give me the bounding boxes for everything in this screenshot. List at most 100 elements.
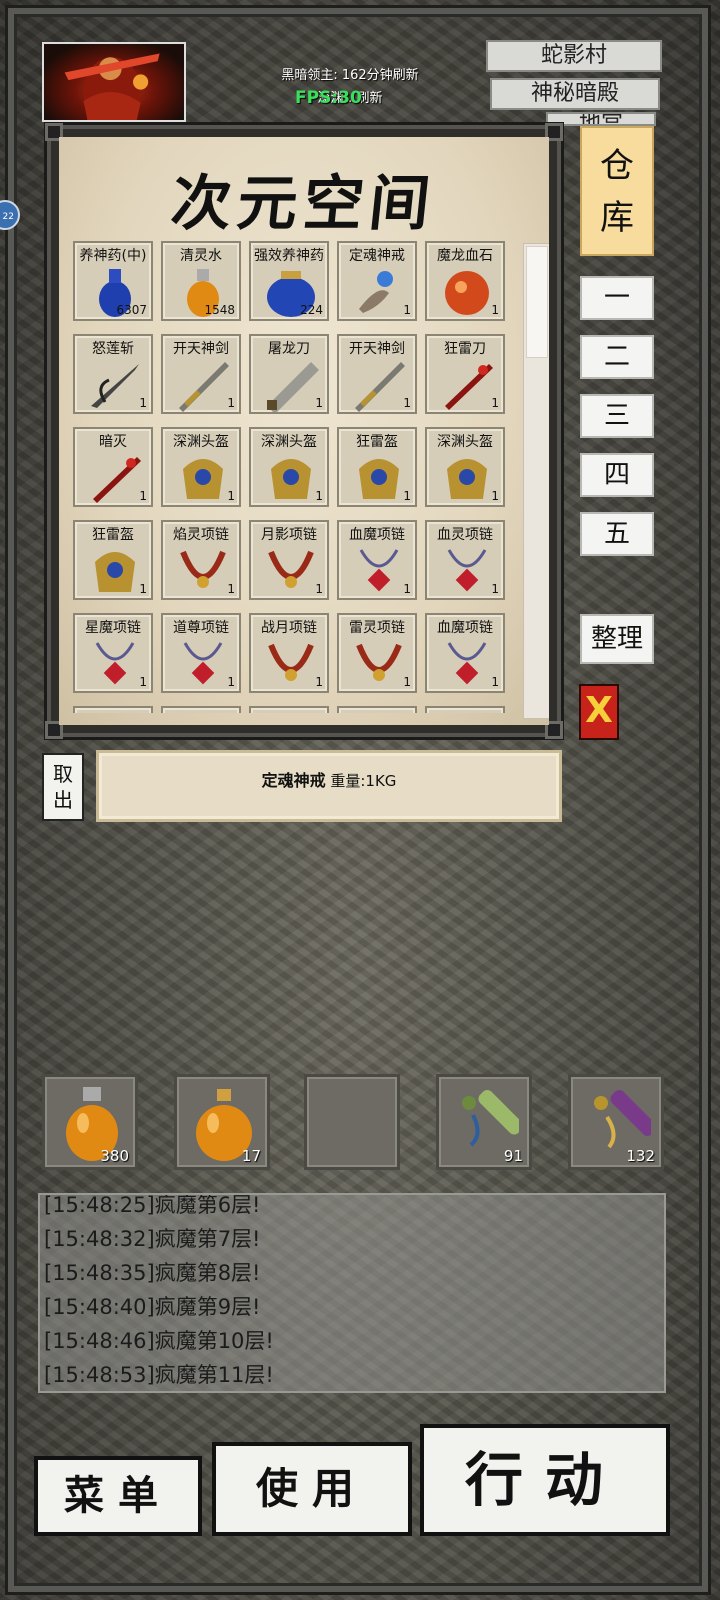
item-quantity: 1 — [315, 675, 323, 689]
helmet-icon — [359, 459, 399, 499]
item-name: 怒莲斩 — [92, 341, 134, 357]
storage-slot[interactable]: 定魂神戒 1 — [337, 241, 417, 321]
storage-slot[interactable]: 魔龙血石 1 — [425, 241, 505, 321]
necklace-icon — [268, 550, 314, 588]
item-quantity: 1 — [315, 396, 323, 410]
item-name: 深渊头盔 — [261, 434, 317, 450]
storage-slot[interactable]: 星魔项链 1 — [73, 613, 153, 693]
sword-icon — [355, 362, 405, 412]
log-line: [15:48:32]疯魔第7层! — [44, 1227, 261, 1251]
zone-button-mystic-hall[interactable]: 神秘暗殿 — [490, 78, 660, 110]
quick-slot-2[interactable]: 17 — [174, 1074, 270, 1170]
necklace-icon — [180, 550, 226, 588]
action-button[interactable]: 行动 — [420, 1424, 670, 1536]
item-quantity: 1 — [491, 582, 499, 596]
storage-slot[interactable]: 焰灵项链 1 — [161, 520, 241, 600]
item-quantity: 1 — [139, 396, 147, 410]
amulet-icon — [447, 642, 487, 685]
storage-slot[interactable]: 开天神剑 1 — [161, 334, 241, 414]
storage-slot[interactable]: 风灵手镯 — [73, 706, 153, 713]
storage-slot[interactable]: 血魔手镯 — [337, 706, 417, 713]
storage-slot[interactable]: 血魔手镯 — [425, 706, 505, 713]
item-name: 血灵手镯 — [251, 710, 327, 713]
storage-slot[interactable]: 强效养神药 224 — [249, 241, 329, 321]
storage-slot[interactable]: 清灵水 1548 — [161, 241, 241, 321]
ring-icon — [359, 271, 393, 313]
storage-slot[interactable]: 狂雷盔 1 — [337, 427, 417, 507]
storage-slot[interactable]: 屠龙刀 1 — [249, 334, 329, 414]
storage-slot[interactable]: 月影项链 1 — [249, 520, 329, 600]
storage-slot[interactable]: 怒莲斩 1 — [73, 334, 153, 414]
tab-page-2[interactable]: 二 — [580, 335, 654, 379]
quick-slot-1[interactable]: 380 — [42, 1074, 138, 1170]
scrollbar-thumb[interactable] — [526, 246, 548, 358]
amulet-icon — [359, 549, 399, 592]
log-line: [15:48:46]疯魔第10层! — [44, 1329, 274, 1353]
quick-slot-5[interactable]: 132 — [568, 1074, 664, 1170]
storage-slot[interactable]: 雷灵项链 1 — [337, 613, 417, 693]
storage-slot[interactable]: 灵魔手镯 — [161, 706, 241, 713]
amulet-icon — [447, 549, 487, 592]
storage-scrollbar[interactable] — [523, 243, 549, 719]
tab-page-4[interactable]: 四 — [580, 453, 654, 497]
log-line: [15:48:40]疯魔第9层! — [44, 1295, 261, 1319]
item-name: 暗灭 — [99, 434, 127, 450]
item-name: 狂雷刀 — [444, 341, 486, 357]
item-quantity: 1 — [227, 489, 235, 503]
item-name: 焰灵项链 — [173, 527, 229, 543]
storage-grid[interactable]: 养神药(中) 6307 清灵水 1548 强效养神药 224 定魂神戒 1 魔龙血石 1 怒莲斩 1 开… — [69, 233, 509, 713]
player-avatar[interactable] — [42, 42, 186, 122]
tab-page-5[interactable]: 五 — [580, 512, 654, 556]
storage-slot[interactable]: 狂雷刀 1 — [425, 334, 505, 414]
storage-slot[interactable]: 深渊头盔 1 — [425, 427, 505, 507]
item-detail-box: 定魂神戒 重量:1KG — [96, 750, 562, 822]
storage-slot[interactable]: 血魔项链 1 — [337, 520, 417, 600]
item-name: 清灵水 — [180, 248, 222, 264]
item-quantity: 1 — [491, 303, 499, 317]
quick-slot-4[interactable]: 91 — [436, 1074, 532, 1170]
sort-button[interactable]: 整理 — [580, 614, 654, 664]
close-button[interactable]: X — [579, 684, 619, 740]
item-name: 血魔项链 — [349, 527, 405, 543]
storage-slot[interactable]: 战月项链 1 — [249, 613, 329, 693]
quick-slot-3-empty[interactable] — [304, 1074, 400, 1170]
storage-slot[interactable]: 养神药(中) 6307 — [73, 241, 153, 321]
use-button[interactable]: 使用 — [212, 1442, 412, 1536]
storage-slot[interactable]: 深渊头盔 1 — [161, 427, 241, 507]
item-name: 狂雷盔 — [356, 434, 398, 450]
take-out-label: 取出 — [53, 762, 73, 812]
storage-slot[interactable]: 暗灭 1 — [73, 427, 153, 507]
item-quantity: 1 — [491, 489, 499, 503]
quick-slot-qty: 132 — [626, 1147, 655, 1165]
selected-item-name: 定魂神戒 — [261, 771, 326, 790]
tab-page-1[interactable]: 一 — [580, 276, 654, 320]
storage-slot[interactable]: 开天神剑 1 — [337, 334, 417, 414]
storage-slot[interactable]: 血灵手镯 — [249, 706, 329, 713]
necklace-icon — [268, 643, 314, 681]
tab-warehouse[interactable]: 仓库 — [580, 126, 654, 256]
storage-slot[interactable]: 血灵项链 1 — [425, 520, 505, 600]
storage-slot[interactable]: 道尊项链 1 — [161, 613, 241, 693]
amulet-icon — [95, 642, 135, 685]
take-out-button[interactable]: 取出 — [42, 753, 84, 821]
item-detail-text: 定魂神戒 重量:1KG — [99, 767, 559, 791]
storage-slot[interactable]: 深渊头盔 1 — [249, 427, 329, 507]
item-name: 魔龙血石 — [437, 248, 493, 264]
message-log[interactable]: [15:48:25]疯魔第6层! [15:48:32]疯魔第7层! [15:48… — [38, 1193, 666, 1393]
warrior-portrait-icon — [64, 53, 160, 120]
item-name: 血灵项链 — [437, 527, 493, 543]
item-name: 强效养神药 — [254, 248, 324, 264]
item-quantity: 1 — [227, 675, 235, 689]
storage-slot[interactable]: 血魔项链 1 — [425, 613, 505, 693]
storage-slot[interactable]: 狂雷盔 1 — [73, 520, 153, 600]
item-name: 屠龙刀 — [268, 341, 310, 357]
menu-button[interactable]: 菜单 — [34, 1456, 202, 1536]
selected-item-weight: 重量:1KG — [330, 772, 397, 790]
zone-button-snake-village[interactable]: 蛇影村 — [486, 40, 662, 72]
item-quantity: 1 — [315, 489, 323, 503]
log-line: [15:48:25]疯魔第6层! — [44, 1193, 261, 1217]
item-name: 星魔项链 — [85, 620, 141, 636]
red-blade-icon — [93, 457, 141, 503]
tab-page-3[interactable]: 三 — [580, 394, 654, 438]
item-name: 雷灵项链 — [349, 620, 405, 636]
